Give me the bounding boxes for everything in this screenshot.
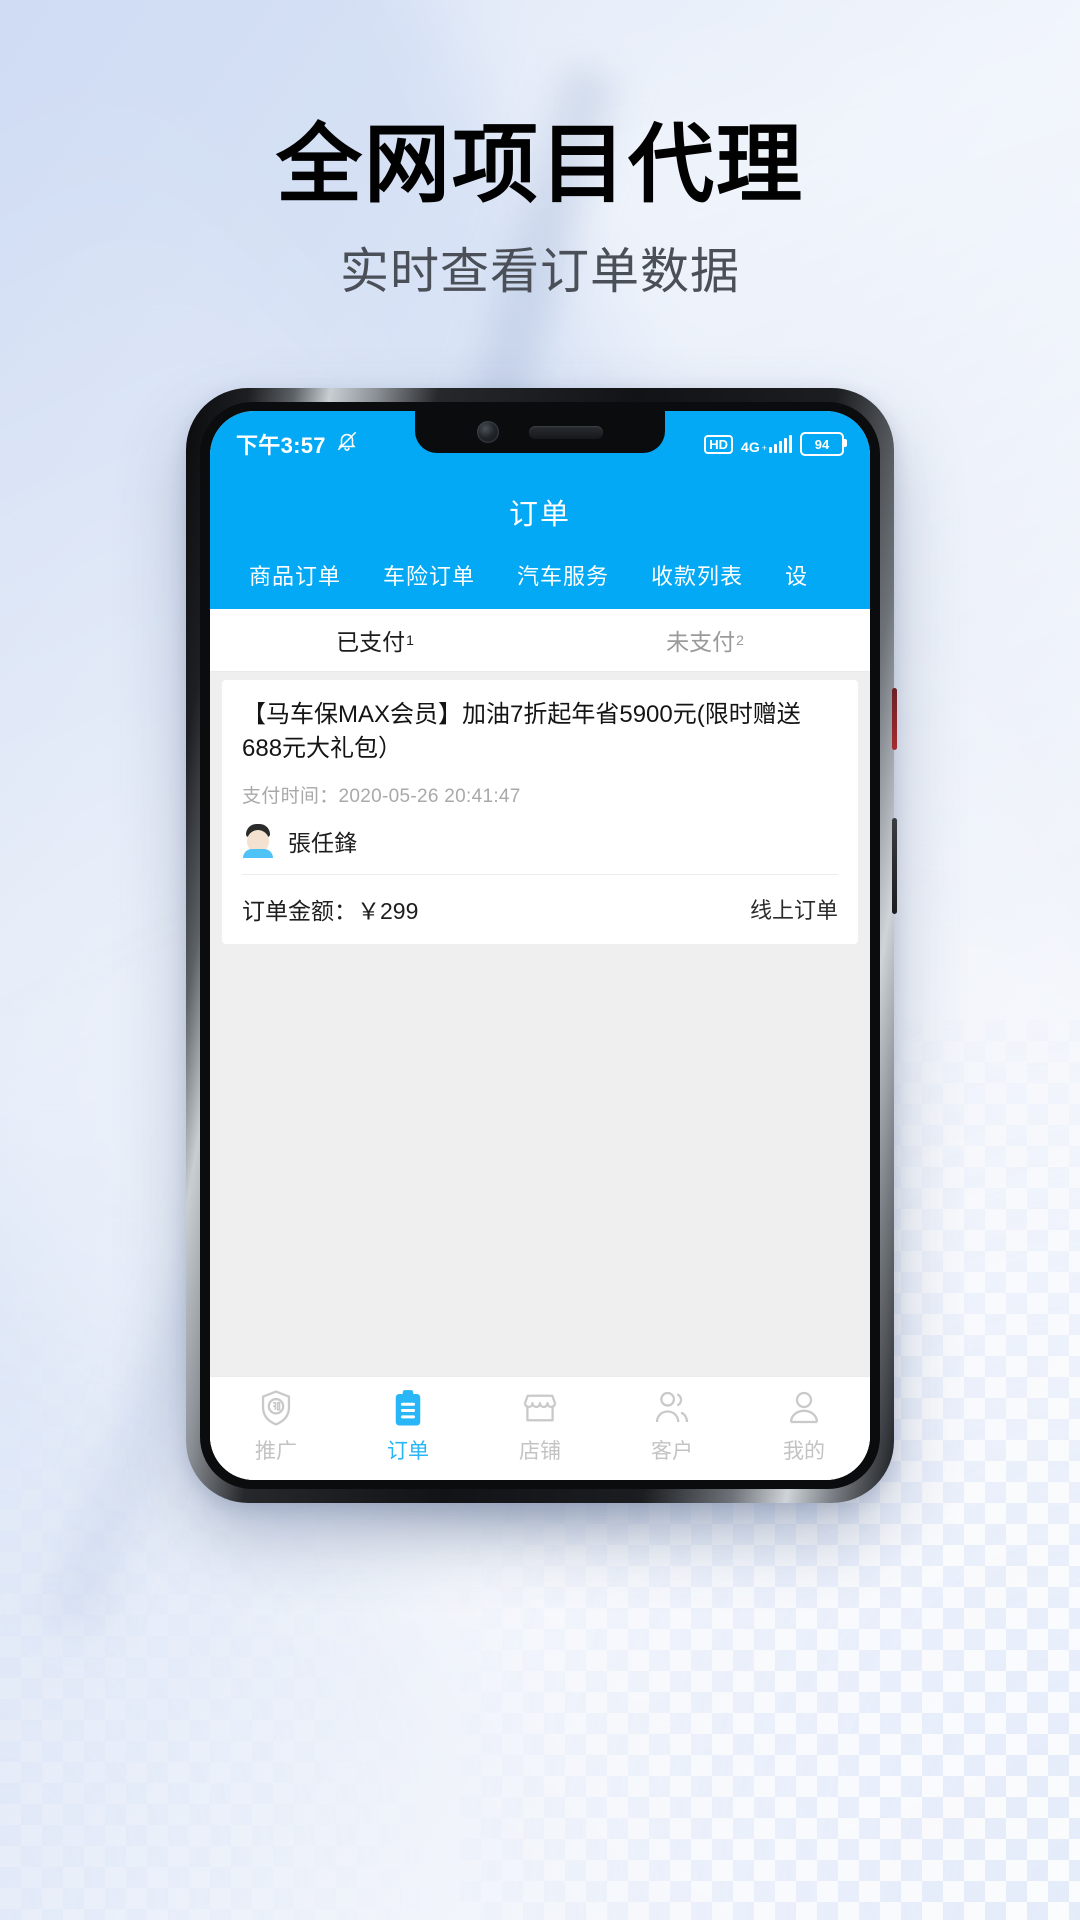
power-button[interactable]	[892, 818, 897, 914]
avatar-body	[243, 849, 273, 859]
order-customer-row: 張任鋒	[242, 824, 838, 876]
phone-bezel: 下午3:57 HD 4G + 94 订单 商品订单 车险订单 汽车服务 收款列表…	[200, 402, 880, 1489]
phone-notch	[415, 411, 665, 453]
tab-payment-list[interactable]: 收款列表	[630, 559, 764, 591]
nav-label-profile: 我的	[783, 1440, 825, 1463]
nav-item-store[interactable]: 店铺	[474, 1387, 606, 1465]
category-tab-bar[interactable]: 商品订单 车险订单 汽车服务 收款列表 设	[210, 553, 870, 609]
order-pay-time: 支付时间：2020-05-26 20:41:47	[242, 781, 838, 808]
customers-icon	[651, 1387, 693, 1429]
order-amount-label: 订单金额：	[242, 898, 357, 925]
nav-label-promotion: 推广	[255, 1440, 297, 1463]
subtab-paid[interactable]: 已支付 1	[210, 609, 540, 671]
subtab-unpaid-count: 2	[736, 632, 744, 648]
status-bar-left: 下午3:57	[236, 420, 358, 460]
nav-label-orders: 订单	[387, 1440, 429, 1463]
nav-item-promotion[interactable]: 推广	[210, 1387, 342, 1465]
hd-badge-icon: HD	[704, 434, 734, 454]
poster-subheadline: 实时查看订单数据	[339, 243, 740, 301]
poster-headline: 全网项目代理	[276, 115, 804, 215]
tab-car-service[interactable]: 汽车服务	[496, 559, 630, 591]
tab-insurance-orders[interactable]: 车险订单	[362, 559, 496, 591]
subtab-paid-label: 已支付	[336, 629, 406, 655]
bell-muted-icon	[336, 430, 358, 458]
status-time: 下午3:57	[236, 433, 326, 458]
status-bar-right: HD 4G + 94	[704, 424, 847, 456]
order-customer-name: 張任鋒	[288, 830, 357, 857]
order-title: 【马车保MAX会员】加油7折起年省5900元(限时赠送688元大礼包）	[242, 701, 801, 763]
store-icon	[519, 1387, 561, 1429]
nav-item-orders[interactable]: 订单	[342, 1387, 474, 1465]
network-label: 4G	[741, 439, 760, 455]
order-pay-time-label: 支付时间：	[242, 786, 339, 808]
avatar	[242, 824, 274, 859]
order-list: 【马车保MAX会员】加油7折起年省5900元(限时赠送688元大礼包） 支付时间…	[210, 672, 870, 1480]
nav-item-profile[interactable]: 我的	[738, 1387, 870, 1465]
nav-item-customers[interactable]: 客户	[606, 1387, 738, 1465]
earpiece-speaker	[529, 425, 603, 439]
person-icon	[783, 1387, 825, 1429]
subtab-unpaid[interactable]: 未支付 2	[540, 609, 870, 671]
phone-mockup: 下午3:57 HD 4G + 94 订单 商品订单 车险订单 汽车服务 收款列表…	[186, 388, 897, 1503]
battery-icon: 94	[800, 432, 847, 456]
phone-screen: 下午3:57 HD 4G + 94 订单 商品订单 车险订单 汽车服务 收款列表…	[210, 411, 870, 1480]
subtab-unpaid-label: 未支付	[666, 629, 736, 655]
order-amount-value: ￥299	[357, 898, 419, 925]
promo-poster: 全网项目代理 实时查看订单数据 下午3:57 HD 4G + 94 订单 商品订…	[0, 0, 1080, 1920]
subtab-paid-count: 1	[406, 632, 414, 648]
tab-product-orders[interactable]: 商品订单	[228, 559, 362, 591]
order-card[interactable]: 【马车保MAX会员】加油7折起年省5900元(限时赠送688元大礼包） 支付时间…	[222, 680, 858, 945]
clipboard-icon	[387, 1387, 429, 1429]
battery-level: 94	[814, 436, 830, 452]
app-bar-title: 订单	[210, 469, 870, 553]
payment-status-tabs[interactable]: 已支付 1 未支付 2	[210, 609, 870, 672]
signal-bars-icon	[769, 435, 792, 453]
bottom-navigation: 推广 订单 店铺 客户 我的	[210, 1376, 870, 1480]
order-footer: 订单金额：￥299 线上订单	[242, 875, 838, 944]
order-source-badge: 线上订单	[749, 898, 838, 924]
tab-settings-partial[interactable]: 设	[764, 559, 829, 591]
order-amount: 订单金额：￥299	[242, 892, 418, 926]
network-plus: +	[761, 443, 767, 453]
volume-button[interactable]	[892, 688, 897, 750]
order-pay-time-value: 2020-05-26 20:41:47	[338, 786, 521, 808]
network-type-indicator: 4G +	[741, 435, 792, 455]
nav-label-store: 店铺	[519, 1440, 561, 1463]
nav-label-customers: 客户	[651, 1440, 693, 1463]
status-bar: 下午3:57 HD 4G + 94	[210, 411, 870, 469]
shield-insurance-icon	[255, 1387, 297, 1429]
front-camera-icon	[477, 421, 499, 443]
poster-text-block: 全网项目代理 实时查看订单数据	[0, 0, 1080, 303]
